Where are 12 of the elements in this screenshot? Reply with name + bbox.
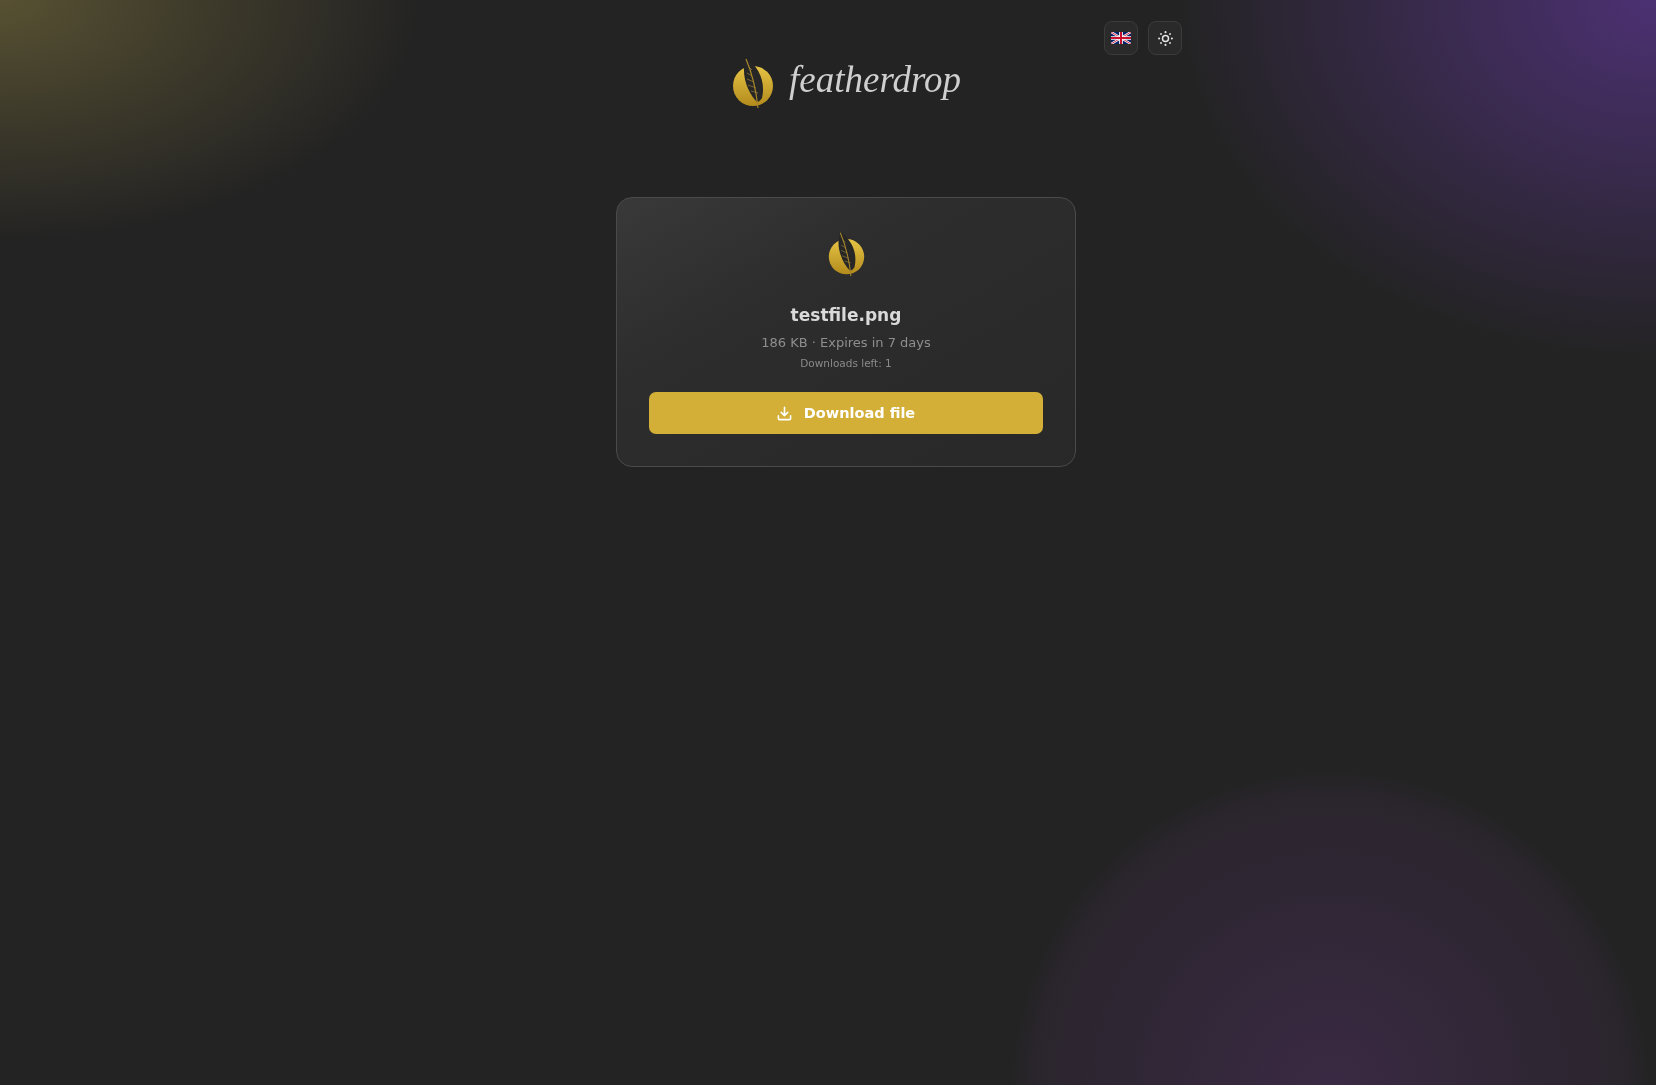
downloads-left-text: Downloads left: 1 <box>800 356 892 371</box>
feather-icon <box>826 231 866 277</box>
flag-icon <box>1111 32 1131 44</box>
download-icon <box>776 405 792 421</box>
feather-icon <box>731 57 775 109</box>
file-name: testfile.png <box>790 304 902 326</box>
theme-toggle-button[interactable] <box>1148 21 1182 55</box>
brand-name: featherdrop <box>789 58 961 102</box>
sun-icon <box>1157 30 1173 46</box>
file-details: 186 KB · Expires in 7 days <box>761 334 931 352</box>
download-button[interactable]: Download file <box>649 392 1043 434</box>
language-button[interactable] <box>1104 21 1138 55</box>
